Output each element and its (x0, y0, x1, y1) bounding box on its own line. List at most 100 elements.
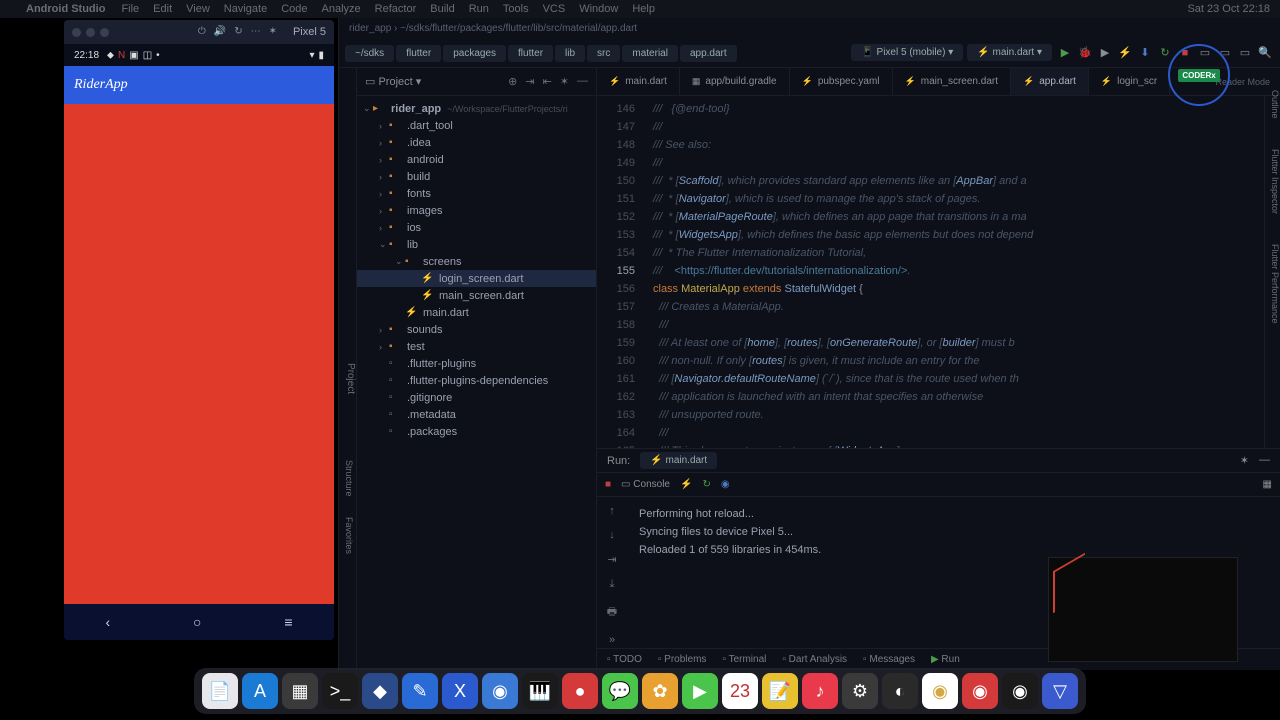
editor-tab[interactable]: ⚡login_scr (1089, 68, 1170, 95)
run-config-selector[interactable]: ⚡ main.dart ▾ (967, 44, 1052, 61)
right-tool-strip[interactable]: Outline Flutter Inspector Flutter Performa… (1262, 50, 1280, 650)
tree-item[interactable]: ⌄▪lib (357, 236, 596, 253)
rotate-icon[interactable]: ↻ (234, 26, 242, 38)
collapse-icon[interactable]: ⇥ (525, 75, 534, 88)
code-content[interactable]: /// {@end-tool}////// See also:////// * … (643, 96, 1264, 448)
dock-app[interactable]: ⚙ (842, 673, 878, 709)
dock-app[interactable]: 📝 (762, 673, 798, 709)
breadcrumb[interactable]: lib (555, 45, 585, 62)
breadcrumb[interactable]: flutter (396, 45, 441, 62)
tree-item[interactable]: ▫.metadata (357, 406, 596, 423)
bottom-tab-run[interactable]: ▶ Run (931, 654, 960, 665)
dock-app[interactable]: ✎ (402, 673, 438, 709)
right-tool[interactable]: Outline (1262, 90, 1280, 119)
tree-item[interactable]: ›▪test (357, 338, 596, 355)
dock-app[interactable]: ▦ (282, 673, 318, 709)
emulator-titlebar[interactable]: ⏻ 🔊 ↻ ⋯ ✶ Pixel 5 (64, 20, 334, 44)
breadcrumb[interactable]: src (587, 45, 620, 62)
tree-item[interactable]: ▫.gitignore (357, 389, 596, 406)
dock-app[interactable]: ◆ (362, 673, 398, 709)
dock-app[interactable]: A (242, 673, 278, 709)
app-name[interactable]: Android Studio (26, 3, 105, 15)
tree-item[interactable]: ▫.flutter-plugins-dependencies (357, 372, 596, 389)
hide-icon[interactable]: — (577, 75, 588, 88)
left-bottom-strip[interactable]: StructureFavorites (338, 460, 354, 554)
gear-icon[interactable]: ✶ (560, 75, 569, 88)
dock-app[interactable]: >_ (322, 673, 358, 709)
traffic-lights[interactable] (72, 28, 109, 37)
settings-icon[interactable]: ✶ (269, 26, 277, 38)
tree-item[interactable]: ›▪sounds (357, 321, 596, 338)
tree-item[interactable]: ›▪.dart_tool (357, 117, 596, 134)
editor-tab[interactable]: ▦app/build.gradle (680, 68, 790, 95)
coverage-icon[interactable]: ▶ (1096, 44, 1114, 62)
up-icon[interactable]: ↑ (609, 505, 615, 517)
menu-tools[interactable]: Tools (503, 3, 529, 15)
dock-app[interactable]: 🎹 (522, 673, 558, 709)
tree-item[interactable]: ›▪build (357, 168, 596, 185)
right-tool[interactable]: Flutter Inspector (1262, 149, 1280, 214)
print-icon[interactable]: 🖶 (607, 603, 617, 622)
debug-icon[interactable]: 🐞 (1076, 44, 1094, 62)
attach-icon[interactable]: ⬇ (1136, 44, 1154, 62)
tree-item[interactable]: ⌄▪screens (357, 253, 596, 270)
breadcrumb[interactable]: ~/sdks (345, 45, 394, 62)
dock-app[interactable]: ◉ (1002, 673, 1038, 709)
menu-view[interactable]: View (186, 3, 210, 15)
left-tool-strip[interactable]: Project (339, 68, 357, 670)
dock-app[interactable]: ◉ (962, 673, 998, 709)
devtools-icon[interactable]: ◉ (721, 479, 730, 490)
tree-item[interactable]: ⚡main_screen.dart (357, 287, 596, 304)
code-editor[interactable]: 1461471481491501511521531541551561571581… (597, 96, 1280, 448)
tree-item[interactable]: ⚡main.dart (357, 304, 596, 321)
rerun-icon[interactable]: ■ (605, 479, 611, 490)
dock-app[interactable]: ✿ (642, 673, 678, 709)
app-body[interactable] (64, 104, 334, 604)
tree-item[interactable]: ›▪images (357, 202, 596, 219)
menu-run[interactable]: Run (469, 3, 489, 15)
restart-run-icon[interactable]: ↻ (702, 479, 710, 490)
scroll-icon[interactable]: ⤓ (610, 578, 615, 591)
tree-item[interactable]: ⚡login_screen.dart (357, 270, 596, 287)
run-target[interactable]: ⚡ main.dart (640, 452, 717, 469)
dock-app[interactable]: ▶ (682, 673, 718, 709)
wrap-icon[interactable]: ⇥ (607, 553, 616, 566)
bottom-tab-problems[interactable]: ▫ Problems (658, 654, 707, 665)
menu-refactor[interactable]: Refactor (375, 3, 417, 15)
editor-tab[interactable]: ⚡app.dart (1011, 68, 1089, 95)
bottom-tab-dart analysis[interactable]: ▫ Dart Analysis (782, 654, 847, 665)
hot-reload-icon[interactable]: ⚡ (1116, 44, 1134, 62)
menu-edit[interactable]: Edit (153, 3, 172, 15)
dock-app[interactable]: ◉ (482, 673, 518, 709)
menu-navigate[interactable]: Navigate (224, 3, 267, 15)
run-icon[interactable]: ▶ (1056, 44, 1074, 62)
power-icon[interactable]: ⏻ (198, 26, 206, 38)
menu-code[interactable]: Code (281, 3, 307, 15)
menu-vcs[interactable]: VCS (543, 3, 566, 15)
tool-icon[interactable]: ▭ (1236, 44, 1254, 62)
dock-app[interactable]: ▽ (1042, 673, 1078, 709)
nav-back-icon[interactable]: ‹ (105, 614, 110, 630)
tree-item[interactable]: ▫.packages (357, 423, 596, 440)
editor-tab[interactable]: ⚡main.dart (597, 68, 680, 95)
volume-icon[interactable]: 🔊 (214, 26, 226, 38)
locate-icon[interactable]: ⊕ (508, 75, 517, 88)
right-tool[interactable]: Flutter Performance (1262, 244, 1280, 324)
dock-app[interactable]: ● (562, 673, 598, 709)
device-selector[interactable]: 📱 Pixel 5 (mobile) ▾ (851, 44, 963, 61)
dock-app[interactable]: 💬 (602, 673, 638, 709)
breadcrumb[interactable]: material (622, 45, 678, 62)
project-tree[interactable]: ⌄▸ rider_app ~/Workspace/FlutterProjects… (357, 96, 596, 670)
run-settings-icon[interactable]: ✶ (1240, 454, 1249, 467)
console-tab[interactable]: ▭ Console (621, 479, 670, 490)
editor-tab[interactable]: ⚡pubspec.yaml (790, 68, 893, 95)
menu-help[interactable]: Help (632, 3, 655, 15)
dock-app[interactable]: X (442, 673, 478, 709)
more-run-icon[interactable]: » (609, 634, 615, 646)
menu-window[interactable]: Window (579, 3, 618, 15)
tree-item[interactable]: ›▪fonts (357, 185, 596, 202)
dock-app[interactable]: ♪ (802, 673, 838, 709)
menu-file[interactable]: File (121, 3, 139, 15)
tree-item[interactable]: ›▪android (357, 151, 596, 168)
dock-app[interactable]: ◐ (882, 673, 918, 709)
